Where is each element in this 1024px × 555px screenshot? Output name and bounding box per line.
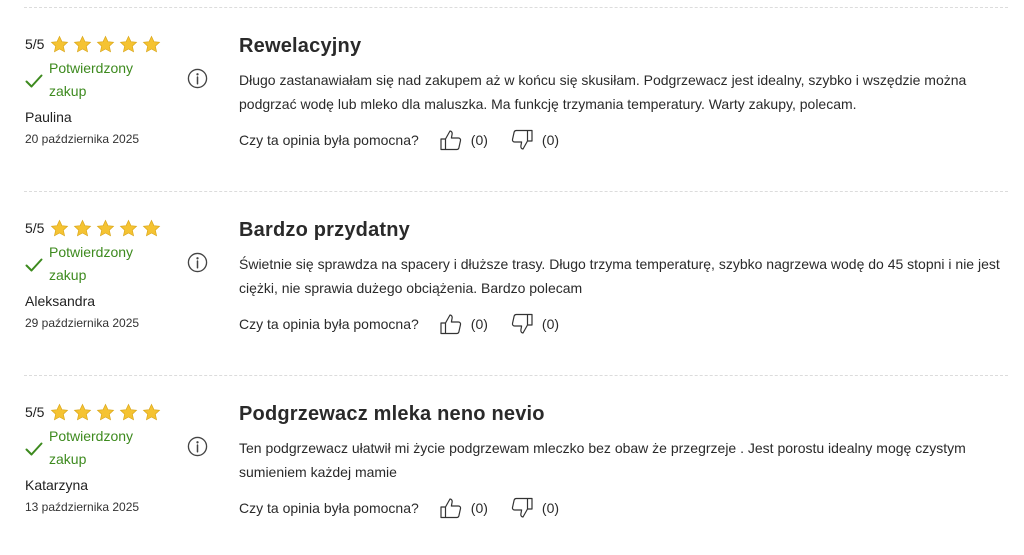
rating-score: 5/5 <box>25 404 45 420</box>
upvote-button[interactable]: (0) <box>439 129 488 151</box>
helpful-question: Czy ta opinia była pomocna? <box>239 132 419 148</box>
review-author: Paulina <box>25 109 72 125</box>
downvote-button[interactable]: (0) <box>510 129 559 151</box>
review-item: 5/5 Potwierdzony zakup Aleksandra 29 paź… <box>0 184 1024 368</box>
downvote-button[interactable]: (0) <box>510 497 559 519</box>
review-title: Rewelacyjny <box>239 35 362 57</box>
downvote-count: (0) <box>541 132 560 148</box>
upvote-count: (0) <box>470 132 488 148</box>
thumbs-down-icon <box>511 497 533 518</box>
verified-label: Potwierdzony zakup <box>49 428 134 467</box>
review-rating: 5/5 <box>25 402 161 422</box>
helpful-question: Czy ta opinia była pomocna? <box>239 316 419 332</box>
helpful-row: Czy ta opinia była pomocna? (0) (0) <box>239 128 581 152</box>
review-date: 20 października 2025 <box>25 132 140 146</box>
info-icon[interactable] <box>187 436 208 457</box>
review-item: 5/5 Potwierdzony zakup Katarzyna 13 paźd… <box>0 368 1024 552</box>
star-icon <box>97 219 115 236</box>
rating-stars <box>50 35 161 54</box>
info-icon[interactable] <box>187 252 208 273</box>
review-date: 13 października 2025 <box>25 500 140 514</box>
upvote-count: (0) <box>470 316 488 332</box>
helpful-row: Czy ta opinia była pomocna? (0) (0) <box>239 312 581 336</box>
review-rating: 5/5 <box>25 34 161 54</box>
star-icon <box>74 35 92 52</box>
verified-purchase-badge: Potwierdzony zakup <box>25 57 165 103</box>
star-icon <box>143 403 161 420</box>
helpful-question: Czy ta opinia była pomocna? <box>239 500 419 516</box>
star-icon <box>97 35 115 52</box>
star-icon <box>74 403 92 420</box>
review-title: Bardzo przydatny <box>239 219 411 241</box>
review-date: 29 października 2025 <box>25 316 140 330</box>
review-body: Świetnie się sprawdza na spacery i dłużs… <box>239 256 1000 296</box>
review-body: Ten podgrzewacz ułatwił mi życie podgrze… <box>239 440 966 480</box>
star-icon <box>97 403 115 420</box>
rating-score: 5/5 <box>25 36 45 52</box>
thumbs-down-icon <box>511 129 533 150</box>
downvote-count: (0) <box>541 316 560 332</box>
check-icon <box>25 442 43 456</box>
star-icon <box>120 403 138 420</box>
star-icon <box>120 219 138 236</box>
upvote-button[interactable]: (0) <box>439 497 488 519</box>
verified-purchase-badge: Potwierdzony zakup <box>25 425 165 471</box>
star-icon <box>51 403 69 420</box>
check-icon <box>25 258 43 272</box>
check-icon <box>25 74 43 88</box>
thumbs-up-icon <box>440 130 461 151</box>
reviews-list: 5/5 Potwierdzony zakup Paulina 20 paździ… <box>0 0 1024 555</box>
rating-stars <box>50 403 161 422</box>
rating-score: 5/5 <box>25 220 45 236</box>
review-author: Aleksandra <box>25 293 96 309</box>
review-title: Podgrzewacz mleka neno nevio <box>239 403 545 425</box>
star-icon <box>51 35 69 52</box>
thumbs-up-icon <box>440 498 461 519</box>
star-icon <box>74 219 92 236</box>
verified-purchase-badge: Potwierdzony zakup <box>25 241 165 287</box>
star-icon <box>120 35 138 52</box>
star-icon <box>51 219 69 236</box>
review-item: 5/5 Potwierdzony zakup Paulina 20 paździ… <box>0 0 1024 184</box>
verified-label: Potwierdzony zakup <box>49 60 134 99</box>
info-icon[interactable] <box>187 68 208 89</box>
verified-label: Potwierdzony zakup <box>49 244 134 283</box>
upvote-button[interactable]: (0) <box>439 313 488 335</box>
downvote-count: (0) <box>541 500 560 516</box>
star-icon <box>143 219 161 236</box>
helpful-row: Czy ta opinia była pomocna? (0) (0) <box>239 496 581 520</box>
rating-stars <box>50 219 161 238</box>
upvote-count: (0) <box>470 500 488 516</box>
thumbs-up-icon <box>440 314 461 335</box>
review-author: Katarzyna <box>25 477 89 493</box>
review-rating: 5/5 <box>25 218 161 238</box>
review-body: Długo zastanawiałam się nad zakupem aż w… <box>239 72 967 112</box>
thumbs-down-icon <box>511 313 533 334</box>
star-icon <box>143 35 161 52</box>
downvote-button[interactable]: (0) <box>510 313 559 335</box>
